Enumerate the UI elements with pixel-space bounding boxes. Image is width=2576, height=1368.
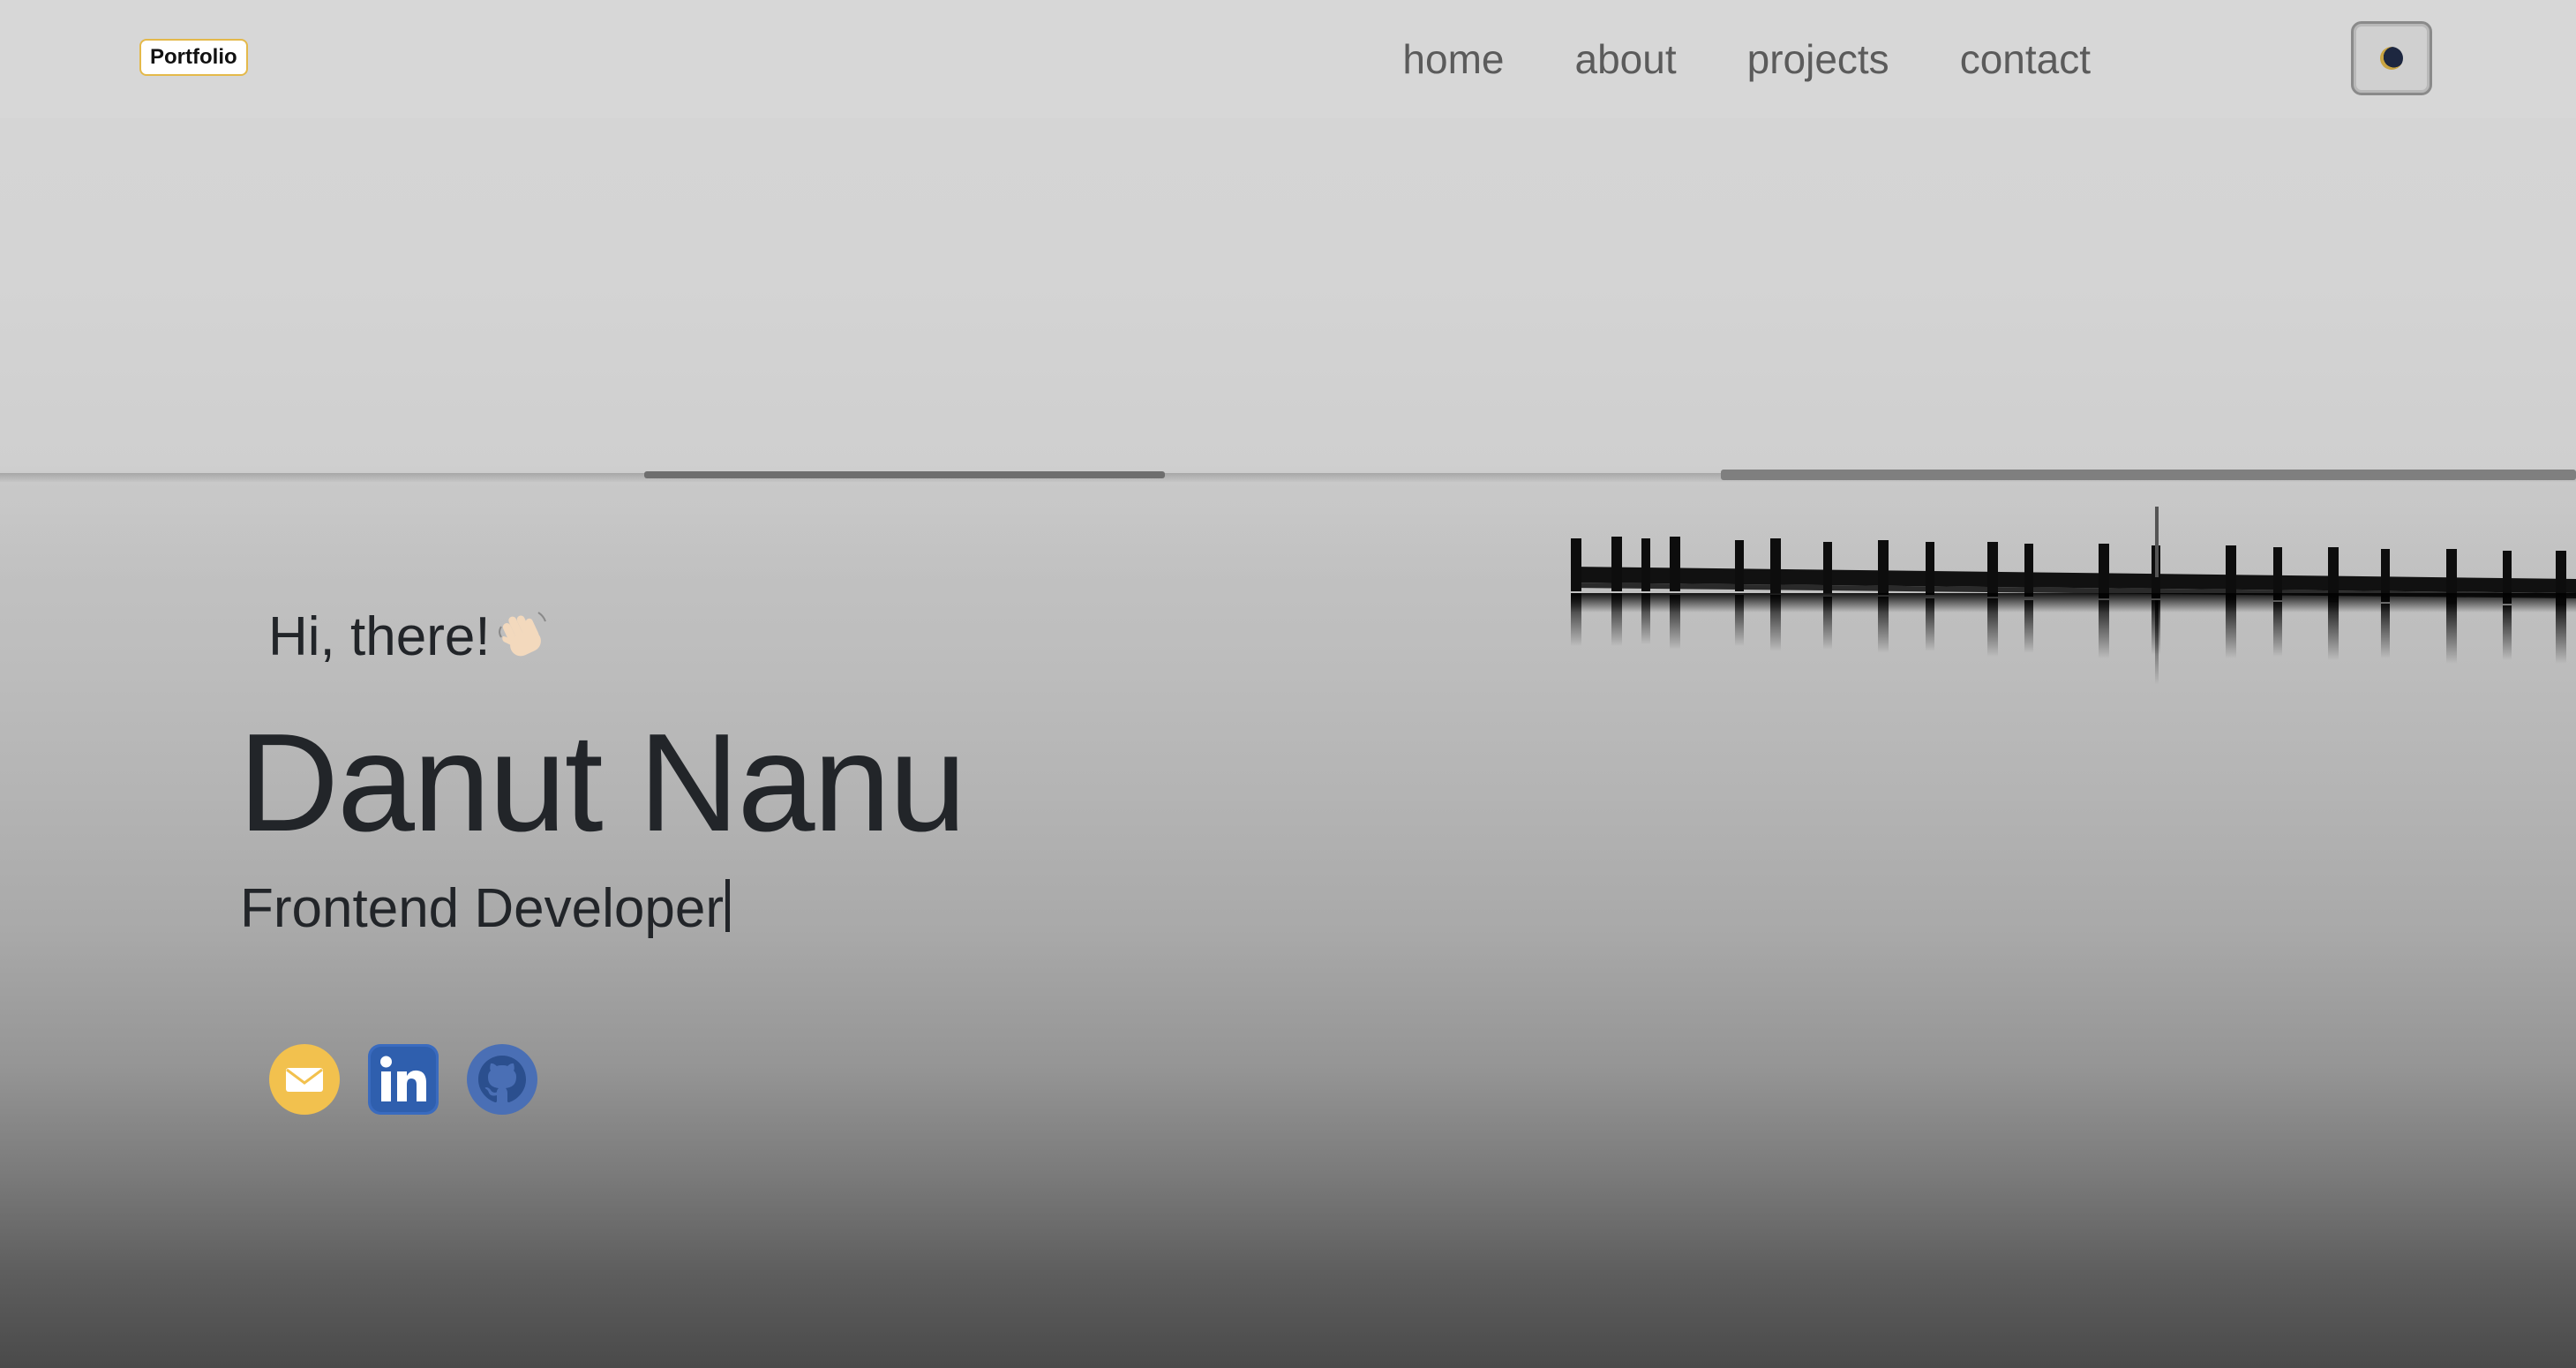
hero-page: Portfolio home about projects contact Hi… (0, 0, 2576, 1368)
distant-land (1721, 470, 2576, 480)
typing-cursor (725, 879, 730, 932)
pier-image (1571, 507, 2576, 685)
nav-links: home about projects contact (1402, 26, 2091, 92)
nav-link-about[interactable]: about (1574, 35, 1676, 83)
linkedin-icon[interactable] (367, 1043, 439, 1116)
hero-role-text: Frontend Developer (240, 878, 724, 939)
navbar: Portfolio home about projects contact (0, 0, 2576, 118)
nav-link-home[interactable]: home (1402, 35, 1504, 83)
hero-name: Danut Nanu (238, 705, 966, 861)
waving-hand-icon (498, 611, 546, 656)
brand-logo[interactable]: Portfolio (139, 39, 248, 76)
greeting-text: Hi, there! (268, 606, 491, 667)
greeting: Hi, there! (268, 605, 551, 668)
email-icon[interactable] (268, 1043, 341, 1116)
theme-toggle-button[interactable] (2351, 21, 2432, 95)
moon-icon (2380, 47, 2403, 70)
social-links (268, 1043, 538, 1116)
hero-role: Frontend Developer (240, 879, 730, 936)
github-icon[interactable] (466, 1043, 538, 1116)
nav-link-projects[interactable]: projects (1747, 35, 1889, 83)
nav-link-contact[interactable]: contact (1960, 35, 2091, 83)
distant-land (644, 471, 1165, 478)
